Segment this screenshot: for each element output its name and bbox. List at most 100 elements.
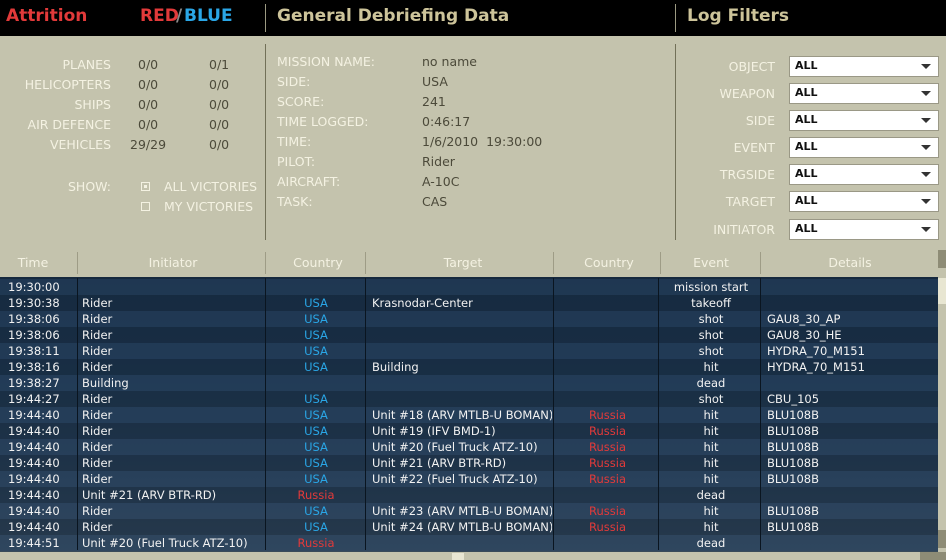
filter-side-select[interactable]: ALL xyxy=(789,110,939,131)
log-cell-event: mission start xyxy=(673,280,749,294)
column-header-event[interactable]: Event xyxy=(660,255,762,270)
general-value: 1/6/2010 19:30:00 xyxy=(422,134,543,149)
filter-value: ALL xyxy=(795,113,818,126)
column-header-target[interactable]: Target xyxy=(368,255,558,270)
log-cell-country: USA xyxy=(304,392,328,406)
log-cell-details: BLU108B xyxy=(767,456,819,470)
log-cell-details: HYDRA_70_M151 xyxy=(767,360,865,374)
log-cell-country: USA xyxy=(304,520,328,534)
general-label: TIME: xyxy=(277,134,312,149)
scroll-up-button[interactable] xyxy=(938,250,946,268)
table-row[interactable]: 19:44:40 Rider USA Unit #21 (ARV BTR-RD) Rus… xyxy=(0,455,938,471)
table-row[interactable]: 19:38:06 Rider USA shot GAU8_30_HE xyxy=(0,327,938,343)
log-cell-target: Unit #20 (Fuel Truck ATZ-10) xyxy=(372,440,538,454)
table-row[interactable]: 19:44:40 Rider USA Unit #24 (ARV MTLB-U BOM… xyxy=(0,519,938,535)
table-row[interactable]: 19:38:11 Rider USA shot HYDRA_70_M151 xyxy=(0,343,938,359)
log-cell-target-country: Russia xyxy=(589,440,626,454)
attrition-blue-value: 0/0 xyxy=(209,97,230,112)
vertical-scroll-thumb[interactable] xyxy=(938,278,946,304)
log-cell-initiator: Rider xyxy=(82,360,113,374)
log-cell-country: USA xyxy=(304,472,328,486)
log-cell-target: Unit #24 (ARV MTLB-U BOMAN) xyxy=(372,520,552,534)
table-row[interactable]: 19:38:16 Rider USA Building hit HYDRA_70_M151 xyxy=(0,359,938,375)
log-cell-event: shot xyxy=(698,312,724,326)
log-cell-initiator: Rider xyxy=(82,408,113,422)
attrition-label: HELICOPTERS xyxy=(24,77,111,92)
filter-value: ALL xyxy=(795,167,818,180)
table-row[interactable]: 19:44:40 Unit #21 (ARV BTR-RD) Russia dead xyxy=(0,487,938,503)
column-header-target-country[interactable]: Country xyxy=(558,255,660,270)
filter-label-event: EVENT xyxy=(733,140,775,155)
log-cell-initiator: Rider xyxy=(82,392,113,406)
log-cell-initiator: Rider xyxy=(82,424,113,438)
attrition-red-value: 0/0 xyxy=(138,97,159,112)
chevron-down-icon xyxy=(921,91,931,96)
filter-trgside-select[interactable]: ALL xyxy=(789,164,939,185)
general-debriefing-title: General Debriefing Data xyxy=(277,6,510,26)
chevron-down-icon xyxy=(921,199,931,204)
column-header-details[interactable]: Details xyxy=(762,255,938,270)
log-cell-event: dead xyxy=(696,376,726,390)
attrition-label: PLANES xyxy=(62,57,111,72)
column-header-initiator[interactable]: Initiator xyxy=(78,255,268,270)
filter-target-select[interactable]: ALL xyxy=(789,191,939,212)
column-header-country[interactable]: Country xyxy=(268,255,368,270)
log-cell-time: 19:44:40 xyxy=(8,504,60,518)
log-cell-initiator: Rider xyxy=(82,472,113,486)
log-cell-time: 19:44:40 xyxy=(8,440,60,454)
filter-object-select[interactable]: ALL xyxy=(789,56,939,77)
table-row[interactable]: 19:44:40 Rider USA Unit #20 (Fuel Truck ATZ… xyxy=(0,439,938,455)
filter-weapon-select[interactable]: ALL xyxy=(789,83,939,104)
header-separator xyxy=(365,252,366,274)
log-cell-target: Unit #23 (ARV MTLB-U BOMAN) xyxy=(372,504,552,518)
table-row[interactable]: 19:44:40 Rider USA Unit #18 (ARV MTLB-U BOM… xyxy=(0,407,938,423)
log-cell-initiator: Rider xyxy=(82,456,113,470)
filter-event-select[interactable]: ALL xyxy=(789,137,939,158)
all-victories-radio[interactable] xyxy=(141,182,150,191)
filter-label-object: OBJECT xyxy=(728,59,775,74)
horizontal-scroll-thumb[interactable] xyxy=(452,553,464,560)
log-cell-event: shot xyxy=(698,344,724,358)
filter-label-trgside: TRGSIDE xyxy=(719,167,775,182)
log-cell-event: hit xyxy=(703,472,719,486)
scroll-down-button[interactable] xyxy=(938,530,946,548)
info-panel: PLANES 0/0 0/1 HELICOPTERS 0/0 0/0 SHIPS… xyxy=(0,36,946,246)
scrollbar-corner xyxy=(938,552,946,560)
filter-initiator-select[interactable]: ALL xyxy=(789,219,939,240)
log-cell-target: Krasnodar-Center xyxy=(372,296,473,310)
log-cell-time: 19:38:16 xyxy=(8,360,60,374)
filter-label-target: TARGET xyxy=(725,194,775,209)
table-row[interactable]: 19:38:06 Rider USA shot GAU8_30_AP xyxy=(0,311,938,327)
table-row[interactable]: 19:30:38 Rider USA Krasnodar-Center takeoff xyxy=(0,295,938,311)
header-separator xyxy=(553,252,554,274)
attrition-title: Attrition xyxy=(6,6,88,26)
log-cell-time: 19:38:11 xyxy=(8,344,60,358)
table-row[interactable]: 19:44:27 Rider USA shot CBU_105 xyxy=(0,391,938,407)
table-row[interactable]: 19:30:00 mission start xyxy=(0,279,938,295)
header-divider xyxy=(265,4,266,32)
general-value: 241 xyxy=(422,94,446,109)
table-row[interactable]: 19:38:27 Building dead xyxy=(0,375,938,391)
all-victories-label[interactable]: ALL VICTORIES xyxy=(164,179,257,194)
column-separator xyxy=(77,278,78,550)
log-cell-event: shot xyxy=(698,392,724,406)
log-cell-initiator: Rider xyxy=(82,504,113,518)
scroll-right-button[interactable] xyxy=(920,552,938,560)
column-header-time[interactable]: Time xyxy=(0,255,66,270)
horizontal-scrollbar[interactable] xyxy=(0,552,938,560)
my-victories-radio[interactable] xyxy=(141,202,150,211)
general-value: USA xyxy=(422,74,448,89)
log-cell-country: Russia xyxy=(297,488,335,502)
header-divider xyxy=(675,4,676,32)
log-cell-country: Russia xyxy=(297,536,335,550)
table-row[interactable]: 19:44:40 Rider USA Unit #23 (ARV MTLB-U BOM… xyxy=(0,503,938,519)
log-cell-time: 19:44:27 xyxy=(8,392,60,406)
show-label: SHOW: xyxy=(68,179,112,194)
chevron-down-icon xyxy=(921,64,931,69)
table-row[interactable]: 19:44:51 Unit #20 (Fuel Truck ATZ-10) Russ… xyxy=(0,535,938,551)
table-row[interactable]: 19:44:40 Rider USA Unit #19 (IFV BMD-1) Russ… xyxy=(0,423,938,439)
chevron-down-icon xyxy=(921,172,931,177)
table-row[interactable]: 19:44:40 Rider USA Unit #22 (Fuel Truck ATZ… xyxy=(0,471,938,487)
log-cell-details: CBU_105 xyxy=(767,392,820,406)
my-victories-label[interactable]: MY VICTORIES xyxy=(164,199,253,214)
